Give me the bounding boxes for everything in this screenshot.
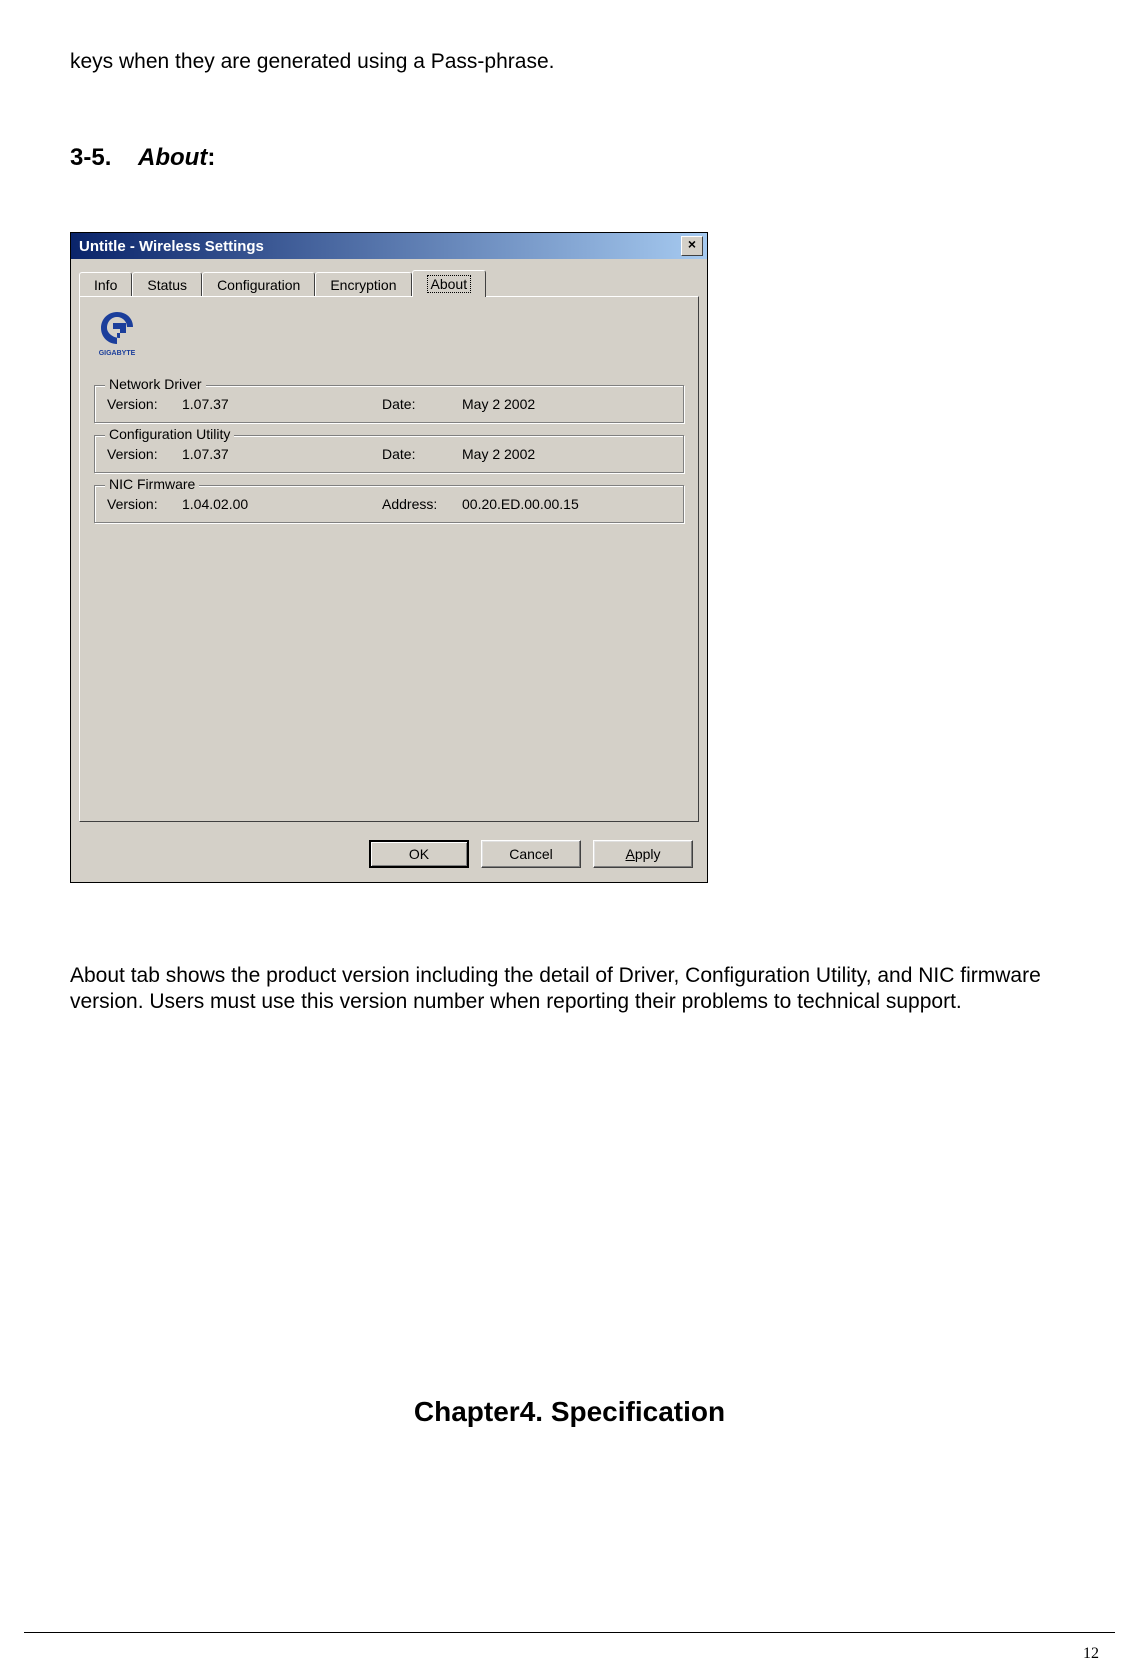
intro-text: keys when they are generated using a Pas… bbox=[70, 50, 1069, 74]
date-label: Date: bbox=[382, 446, 462, 462]
tab-encryption[interactable]: Encryption bbox=[315, 272, 411, 297]
gigabyte-logo: GIGABYTE bbox=[94, 309, 684, 357]
page-footer-rule bbox=[24, 1632, 1115, 1633]
tab-label: About bbox=[427, 275, 472, 293]
svg-text:GIGABYTE: GIGABYTE bbox=[99, 350, 136, 357]
version-value: 1.07.37 bbox=[182, 446, 382, 462]
about-panel: GIGABYTE Network Driver Version: 1.07.37… bbox=[79, 296, 699, 822]
gigabyte-logo-icon: GIGABYTE bbox=[94, 309, 140, 357]
version-label: Version: bbox=[107, 396, 182, 412]
tab-info[interactable]: Info bbox=[79, 272, 132, 297]
group-network-driver: Network Driver Version: 1.07.37 Date: Ma… bbox=[94, 385, 684, 423]
section-heading: 3-5. About: bbox=[70, 144, 1069, 172]
section-suffix: : bbox=[207, 144, 215, 171]
version-value: 1.04.02.00 bbox=[182, 496, 382, 512]
section-number: 3-5. bbox=[70, 144, 111, 171]
date-label: Date: bbox=[382, 396, 462, 412]
tab-label: Status bbox=[147, 277, 187, 293]
tab-label: Configuration bbox=[217, 277, 300, 293]
group-nic-firmware: NIC Firmware Version: 1.04.02.00 Address… bbox=[94, 485, 684, 523]
ok-button[interactable]: OK bbox=[369, 840, 469, 868]
version-label: Version: bbox=[107, 446, 182, 462]
wireless-settings-dialog: Untitle - Wireless Settings × Info Statu… bbox=[70, 232, 708, 883]
about-description: About tab shows the product version incl… bbox=[70, 963, 1069, 1016]
date-value: May 2 2002 bbox=[462, 396, 671, 412]
group-legend: Network Driver bbox=[105, 376, 206, 392]
dialog-button-row: OK Cancel Apply bbox=[71, 832, 707, 882]
close-icon: × bbox=[688, 236, 696, 252]
version-label: Version: bbox=[107, 496, 182, 512]
titlebar[interactable]: Untitle - Wireless Settings × bbox=[71, 233, 707, 259]
cancel-button[interactable]: Cancel bbox=[481, 840, 581, 868]
apply-rest: pply bbox=[635, 846, 661, 862]
version-value: 1.07.37 bbox=[182, 396, 382, 412]
page-number: 12 bbox=[1083, 1645, 1099, 1663]
address-value: 00.20.ED.00.00.15 bbox=[462, 496, 671, 512]
tab-label: Encryption bbox=[330, 277, 396, 293]
group-legend: NIC Firmware bbox=[105, 476, 199, 492]
group-configuration-utility: Configuration Utility Version: 1.07.37 D… bbox=[94, 435, 684, 473]
section-title: About bbox=[138, 144, 207, 171]
chapter-heading: Chapter4. Specification bbox=[70, 1396, 1069, 1428]
close-button[interactable]: × bbox=[681, 236, 703, 256]
date-value: May 2 2002 bbox=[462, 446, 671, 462]
window-title: Untitle - Wireless Settings bbox=[79, 238, 264, 255]
tab-about[interactable]: About bbox=[412, 270, 487, 297]
tab-bar: Info Status Configuration Encryption Abo… bbox=[71, 259, 707, 296]
address-label: Address: bbox=[382, 496, 462, 512]
tab-label: Info bbox=[94, 277, 117, 293]
tab-configuration[interactable]: Configuration bbox=[202, 272, 315, 297]
apply-mnemonic: A bbox=[625, 846, 634, 862]
apply-button[interactable]: Apply bbox=[593, 840, 693, 868]
tab-status[interactable]: Status bbox=[132, 272, 202, 297]
group-legend: Configuration Utility bbox=[105, 426, 234, 442]
